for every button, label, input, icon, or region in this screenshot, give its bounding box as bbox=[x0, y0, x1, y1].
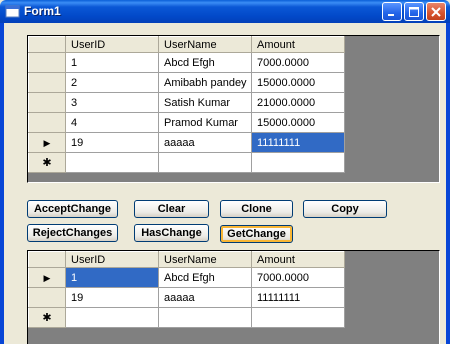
cell-userid[interactable]: 4 bbox=[65, 112, 159, 133]
accept-change-button[interactable]: AcceptChange bbox=[27, 200, 118, 218]
table-row[interactable]: 4 Pramod Kumar 15000.0000 bbox=[28, 112, 345, 133]
maximize-icon bbox=[409, 7, 419, 17]
cell-username[interactable]: Abcd Efgh bbox=[158, 267, 252, 288]
cell-amount[interactable]: 11111111 bbox=[251, 287, 345, 308]
reject-changes-button[interactable]: RejectChanges bbox=[27, 224, 118, 242]
row-header[interactable] bbox=[28, 287, 66, 308]
new-row[interactable]: ✱ bbox=[28, 152, 345, 173]
cell-amount[interactable]: 21000.0000 bbox=[251, 92, 345, 113]
copy-button[interactable]: Copy bbox=[303, 200, 387, 218]
table-row[interactable]: 1 Abcd Efgh 7000.0000 bbox=[28, 52, 345, 73]
window-frame-right bbox=[446, 23, 450, 344]
row-header[interactable]: ✱ bbox=[28, 307, 66, 328]
cell-amount[interactable] bbox=[251, 152, 345, 173]
cell-username[interactable]: Satish Kumar bbox=[158, 92, 252, 113]
get-change-button[interactable]: GetChange bbox=[220, 225, 293, 243]
column-header-userid[interactable]: UserID bbox=[65, 36, 159, 53]
cell-username[interactable]: aaaaa bbox=[158, 287, 252, 308]
cell-userid[interactable] bbox=[65, 152, 159, 173]
window-frame-left bbox=[0, 23, 4, 344]
row-header[interactable]: ▶ bbox=[28, 132, 66, 153]
corner-header bbox=[28, 36, 66, 53]
cell-amount-selected[interactable]: 11111111 bbox=[251, 132, 345, 153]
cell-username[interactable] bbox=[158, 307, 252, 328]
new-row-asterisk-icon: ✱ bbox=[42, 157, 52, 169]
minimize-icon bbox=[388, 14, 394, 16]
app-icon bbox=[5, 5, 20, 18]
row-header[interactable] bbox=[28, 52, 66, 73]
cell-amount[interactable]: 15000.0000 bbox=[251, 112, 345, 133]
header-row: UserID UserName Amount bbox=[28, 251, 345, 268]
maximize-button[interactable] bbox=[404, 2, 424, 21]
title-bar[interactable]: Form1 bbox=[0, 0, 450, 23]
has-change-button[interactable]: HasChange bbox=[134, 224, 209, 242]
cell-userid-selected[interactable]: 1 bbox=[65, 267, 159, 288]
cell-amount[interactable]: 7000.0000 bbox=[251, 267, 345, 288]
cell-amount[interactable]: 15000.0000 bbox=[251, 72, 345, 93]
cell-username[interactable]: Abcd Efgh bbox=[158, 52, 252, 73]
cell-amount[interactable] bbox=[251, 307, 345, 328]
column-header-userid[interactable]: UserID bbox=[65, 251, 159, 268]
row-header[interactable] bbox=[28, 112, 66, 133]
corner-header bbox=[28, 251, 66, 268]
cell-username[interactable]: Pramod Kumar bbox=[158, 112, 252, 133]
current-row-arrow-icon: ▶ bbox=[43, 137, 51, 148]
column-header-username[interactable]: UserName bbox=[158, 36, 252, 53]
minimize-button[interactable] bbox=[382, 2, 402, 21]
row-header[interactable] bbox=[28, 72, 66, 93]
close-icon bbox=[431, 7, 441, 17]
column-header-username[interactable]: UserName bbox=[158, 251, 252, 268]
cell-userid[interactable]: 3 bbox=[65, 92, 159, 113]
cell-userid[interactable]: 19 bbox=[65, 132, 159, 153]
close-button[interactable] bbox=[426, 2, 446, 21]
column-header-amount[interactable]: Amount bbox=[251, 36, 345, 53]
table-row-current[interactable]: ▶ 1 Abcd Efgh 7000.0000 bbox=[28, 267, 345, 288]
cell-amount[interactable]: 7000.0000 bbox=[251, 52, 345, 73]
cell-userid[interactable]: 19 bbox=[65, 287, 159, 308]
column-header-amount[interactable]: Amount bbox=[251, 251, 345, 268]
table-row[interactable]: 19 aaaaa 11111111 bbox=[28, 287, 345, 308]
current-row-arrow-icon: ▶ bbox=[43, 272, 51, 283]
row-header[interactable]: ✱ bbox=[28, 152, 66, 173]
cell-username[interactable]: aaaaa bbox=[158, 132, 252, 153]
window-title: Form1 bbox=[24, 4, 61, 18]
cell-username[interactable]: Amibabh pandey bbox=[158, 72, 252, 93]
new-row-asterisk-icon: ✱ bbox=[42, 312, 52, 324]
cell-userid[interactable]: 2 bbox=[65, 72, 159, 93]
cell-username[interactable] bbox=[158, 152, 252, 173]
cell-userid[interactable] bbox=[65, 307, 159, 328]
new-row[interactable]: ✱ bbox=[28, 307, 345, 328]
header-row: UserID UserName Amount bbox=[28, 36, 345, 53]
clone-button[interactable]: Clone bbox=[220, 200, 293, 218]
table-row[interactable]: 3 Satish Kumar 21000.0000 bbox=[28, 92, 345, 113]
table-row-current[interactable]: ▶ 19 aaaaa 11111111 bbox=[28, 132, 345, 153]
cell-userid[interactable]: 1 bbox=[65, 52, 159, 73]
row-header[interactable] bbox=[28, 92, 66, 113]
table-row[interactable]: 2 Amibabh pandey 15000.0000 bbox=[28, 72, 345, 93]
datagrid-top[interactable]: UserID UserName Amount 1 Abcd Efgh 7000.… bbox=[27, 35, 440, 183]
row-header[interactable]: ▶ bbox=[28, 267, 66, 288]
clear-button[interactable]: Clear bbox=[134, 200, 209, 218]
datagrid-bottom[interactable]: UserID UserName Amount ▶ 1 Abcd Efgh 700… bbox=[27, 250, 440, 344]
